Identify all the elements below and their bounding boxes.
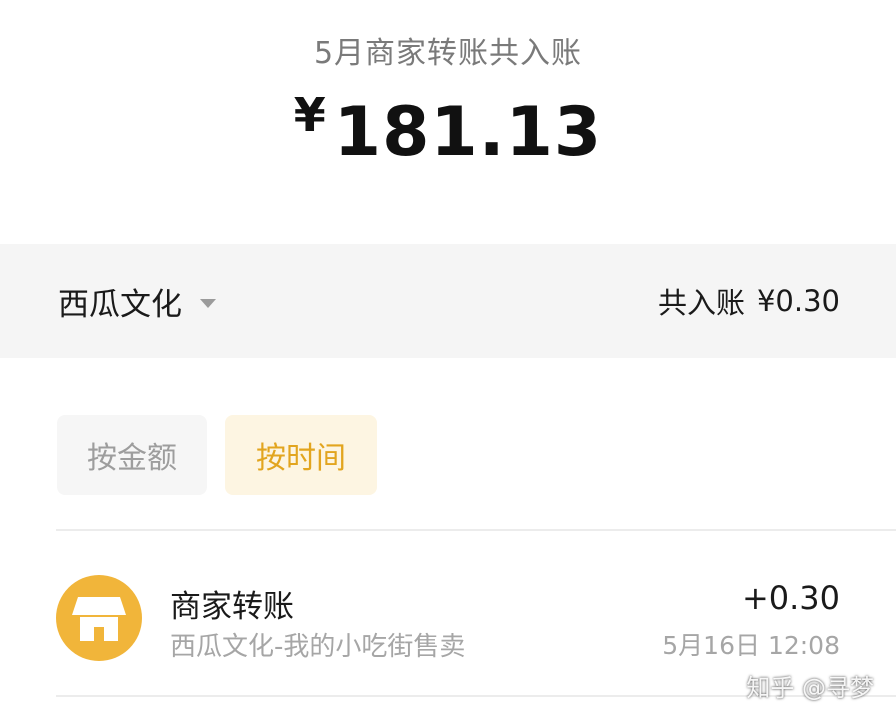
filter-bar: 西瓜文化 共入账 ¥0.30 (0, 244, 896, 358)
total-income-label: 共入账 (657, 286, 745, 320)
transaction-amount: +0.30 (741, 579, 840, 617)
merchant-dropdown[interactable]: 西瓜文化 (58, 244, 216, 358)
shop-icon (72, 597, 126, 641)
sort-by-time-button[interactable]: 按时间 (225, 415, 377, 495)
transaction-time: 5月16日 12:08 (662, 631, 840, 660)
summary-amount: ¥181.13 (0, 88, 896, 172)
merchant-dropdown-label: 西瓜文化 (58, 286, 182, 323)
transaction-subtitle: 西瓜文化-我的小吃街售卖 (170, 632, 466, 662)
currency-symbol: ¥ (293, 88, 326, 142)
transaction-title: 商家转账 (170, 589, 294, 625)
summary-title: 5月商家转账共入账 (313, 36, 583, 71)
summary-amount-value: 181.13 (333, 93, 603, 172)
total-income: 共入账 ¥0.30 (658, 244, 840, 358)
caret-down-icon (200, 298, 216, 308)
watermark: 知乎 @寻梦 (746, 674, 874, 702)
total-income-value: ¥0.30 (756, 284, 840, 318)
transaction-avatar (56, 575, 142, 661)
sort-by-amount-button[interactable]: 按金额 (57, 415, 207, 495)
